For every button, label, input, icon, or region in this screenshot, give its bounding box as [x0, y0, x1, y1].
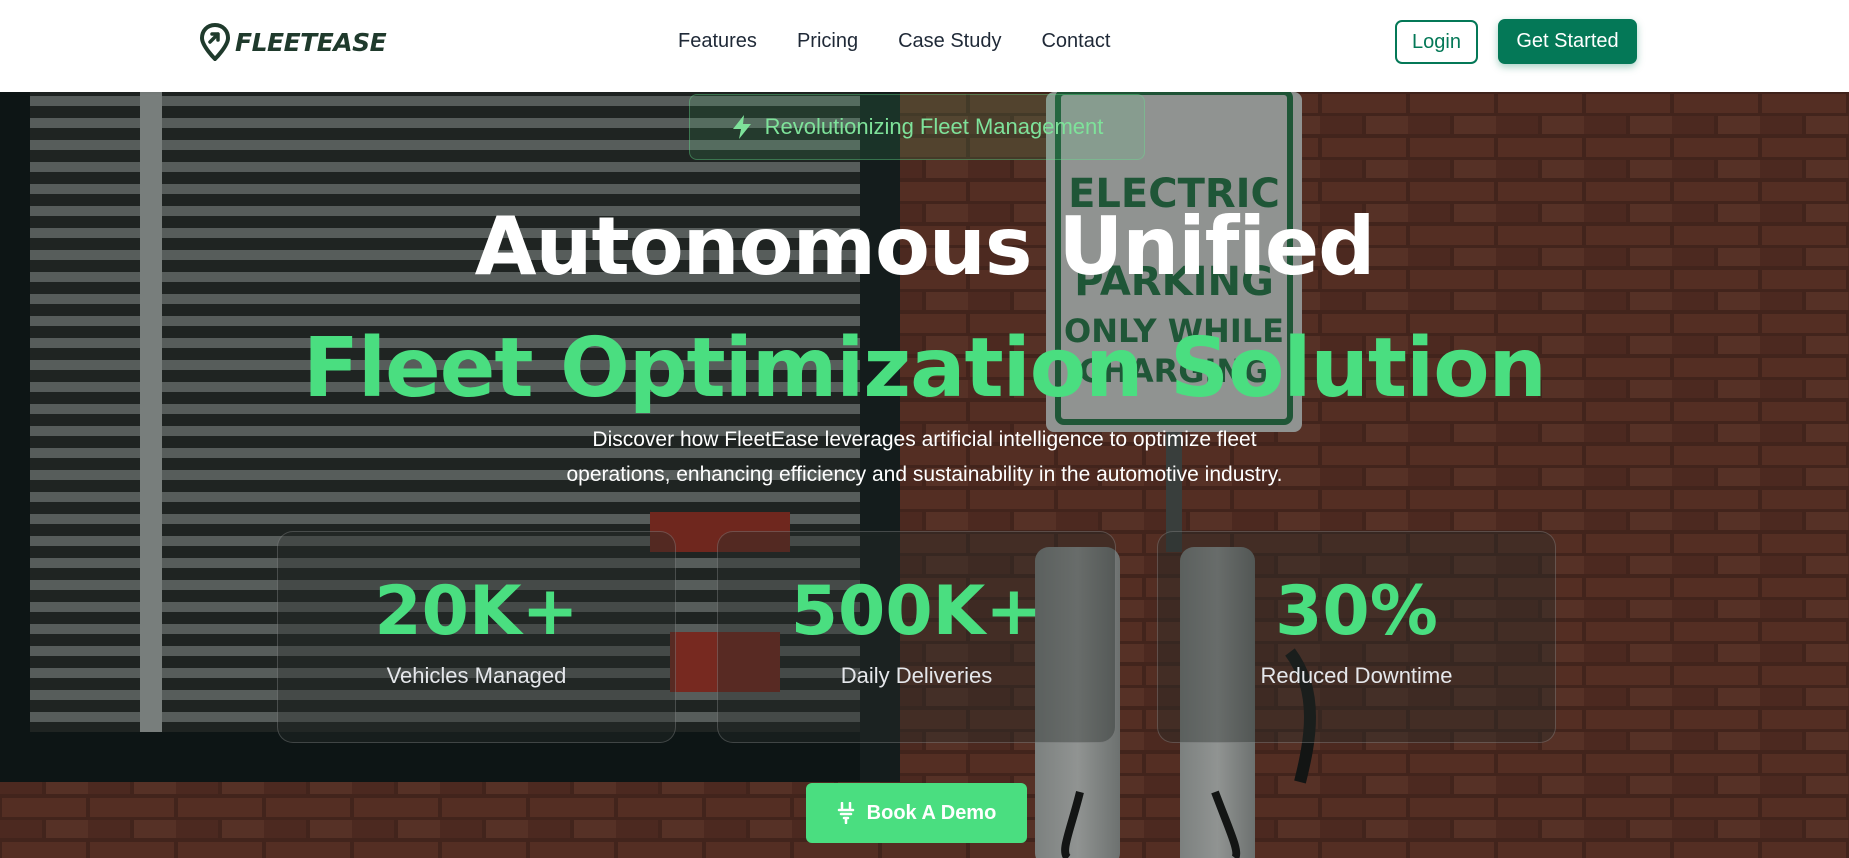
- location-pin-arrow-icon: [199, 23, 231, 61]
- stat-label: Vehicles Managed: [386, 663, 567, 688]
- hero-subtitle-line1: Discover how FleetEase leverages artific…: [592, 428, 1257, 451]
- nav-link-case-study[interactable]: Case Study: [898, 30, 1001, 53]
- plug-icon: [837, 802, 854, 824]
- hero-subtitle-line2: operations, enhancing efficiency and sus…: [566, 463, 1283, 486]
- nav-link-features[interactable]: Features: [678, 30, 757, 53]
- nav-link-pricing[interactable]: Pricing: [797, 30, 858, 53]
- hero-badge-label: Revolutionizing Fleet Management: [764, 114, 1104, 139]
- stat-value: 20K+: [374, 572, 579, 651]
- lightning-bolt-icon: [732, 115, 751, 139]
- stat-card-deliveries: 500K+ Daily Deliveries: [717, 531, 1116, 743]
- main-nav: Features Pricing Case Study Contact: [678, 30, 1110, 53]
- hero-badge: Revolutionizing Fleet Management: [689, 94, 1145, 160]
- hero-subtitle: Discover how FleetEase leverages artific…: [500, 422, 1349, 492]
- book-demo-button[interactable]: Book A Demo: [806, 783, 1027, 843]
- stat-card-downtime: 30% Reduced Downtime: [1157, 531, 1556, 743]
- hero-section: ELECTRIC PARKING ONLY WHILE CHARGING Rev…: [0, 92, 1849, 858]
- hero-headline-line1: Autonomous Unified: [474, 200, 1376, 293]
- navbar: FLEETEASE Features Pricing Case Study Co…: [0, 0, 1849, 92]
- book-demo-label: Book A Demo: [866, 801, 997, 824]
- stats-row: 20K+ Vehicles Managed 500K+ Daily Delive…: [277, 531, 1556, 743]
- nav-link-contact[interactable]: Contact: [1041, 30, 1110, 53]
- stat-value: 500K+: [790, 572, 1043, 651]
- get-started-button[interactable]: Get Started: [1498, 19, 1637, 64]
- brand-name: FLEETEASE: [235, 27, 387, 57]
- stat-value: 30%: [1275, 572, 1438, 651]
- stat-card-vehicles: 20K+ Vehicles Managed: [277, 531, 676, 743]
- hero-headline-line2: Fleet Optimization Solution: [303, 321, 1547, 416]
- login-button[interactable]: Login: [1395, 20, 1478, 64]
- stat-label: Reduced Downtime: [1260, 663, 1453, 688]
- stat-label: Daily Deliveries: [840, 663, 993, 688]
- brand-logo[interactable]: FLEETEASE: [199, 22, 387, 62]
